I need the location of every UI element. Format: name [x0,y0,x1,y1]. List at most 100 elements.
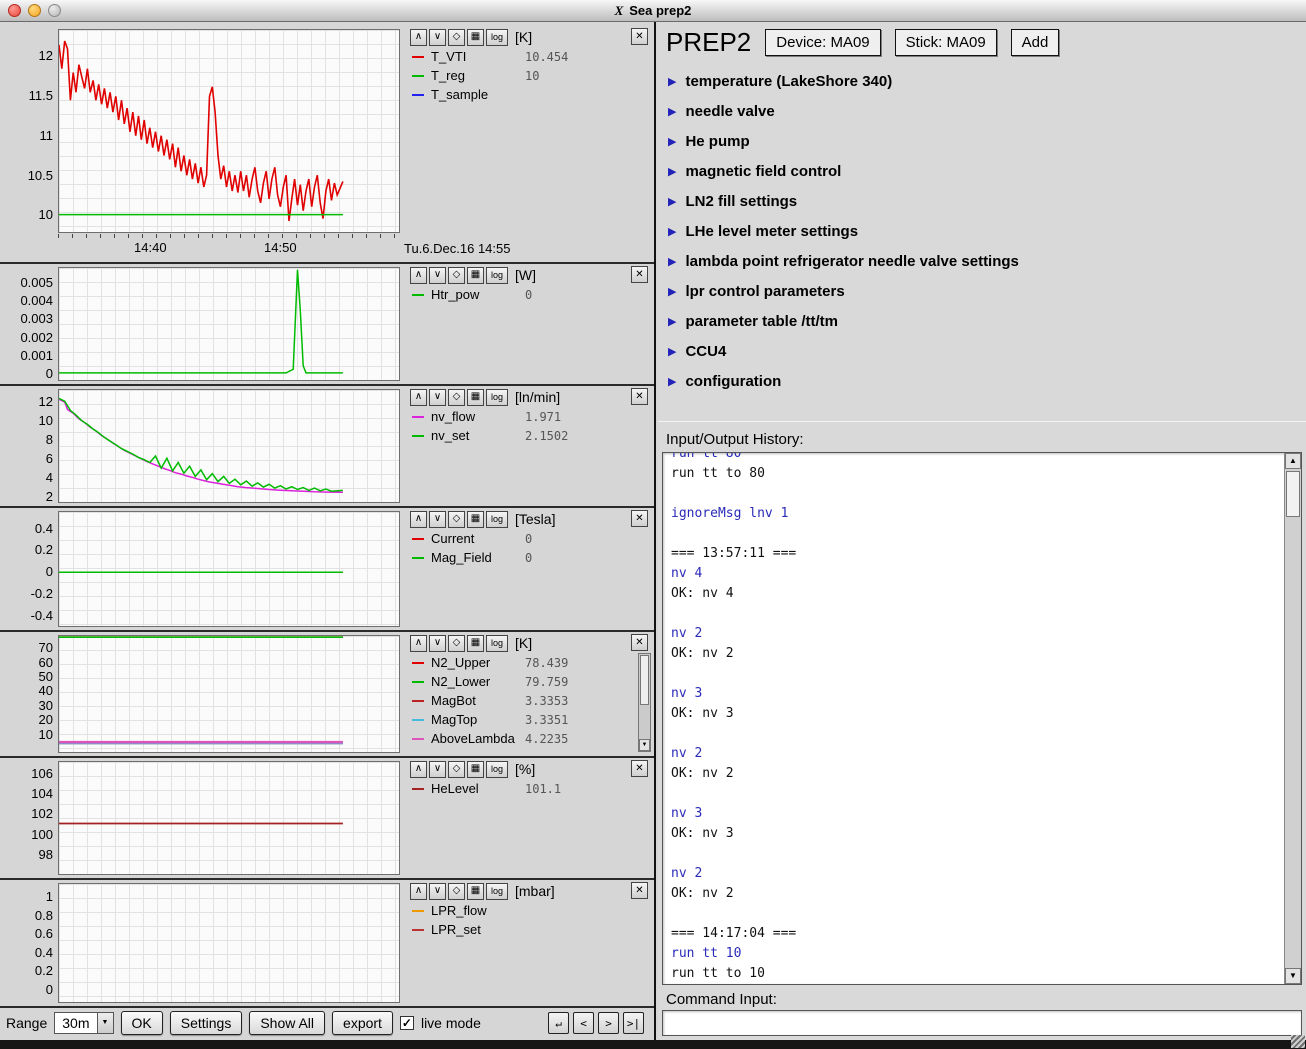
chart-move-up-button[interactable]: ∧ [410,635,427,652]
chart-row: 10.80.60.40.20 ∧ ∨ ◇ ▦ log [mbar] ✕ LPR_… [0,880,654,1008]
tree-item[interactable]: ▶LHe level meter settings [668,216,1019,246]
chart-move-up-button[interactable]: ∧ [410,761,427,778]
tree-expand-icon[interactable]: ▶ [668,165,676,178]
tree-expand-icon[interactable]: ▶ [668,195,676,208]
tree-expand-icon[interactable]: ▶ [668,345,676,358]
chart-move-down-button[interactable]: ∨ [429,389,446,406]
chart-move-down-button[interactable]: ∨ [429,29,446,46]
tree-expand-icon[interactable]: ▶ [668,315,676,328]
chart-move-down-button[interactable]: ∨ [429,635,446,652]
chart-window-button[interactable]: ▦ [467,511,484,528]
chart-plot[interactable] [58,511,400,627]
chart-move-up-button[interactable]: ∧ [410,511,427,528]
chart-close-button[interactable]: ✕ [631,266,648,283]
chart-close-button[interactable]: ✕ [631,388,648,405]
tree-item[interactable]: ▶CCU4 [668,336,1019,366]
legend-scrollbar-thumb[interactable] [640,655,649,705]
chart-plot[interactable] [58,883,400,1003]
history-scrollbar[interactable]: ▲ ▼ [1284,453,1301,984]
tree-expand-icon[interactable]: ▶ [668,105,676,118]
chart-log-button[interactable]: log [486,761,508,778]
device-button[interactable]: Device: MA09 [765,29,880,56]
chart-move-up-button[interactable]: ∧ [410,267,427,284]
chart-log-button[interactable]: log [486,883,508,900]
add-button[interactable]: Add [1011,29,1060,56]
chart-close-button[interactable]: ✕ [631,510,648,527]
tree-item[interactable]: ▶needle valve [668,96,1019,126]
chart-log-button[interactable]: log [486,389,508,406]
nav-return-button[interactable]: ↵ [548,1012,569,1034]
nav-prev-button[interactable]: < [573,1012,594,1034]
chart-window-button[interactable]: ▦ [467,635,484,652]
chart-scale-button[interactable]: ◇ [448,511,465,528]
export-button[interactable]: export [332,1011,393,1035]
chart-close-button[interactable]: ✕ [631,634,648,651]
tree-item[interactable]: ▶He pump [668,126,1019,156]
chart-scale-button[interactable]: ◇ [448,267,465,284]
chart-plot[interactable] [58,267,400,381]
chart-scale-button[interactable]: ◇ [448,635,465,652]
dropdown-arrow-icon[interactable]: ▼ [97,1013,113,1033]
chart-scale-button[interactable]: ◇ [448,761,465,778]
resize-grip[interactable] [1291,1035,1305,1048]
ok-button[interactable]: OK [121,1011,163,1035]
legend-entry: HeLevel101.1 [412,779,634,798]
tree-item[interactable]: ▶configuration [668,366,1019,396]
chart-scale-button[interactable]: ◇ [448,389,465,406]
chart-close-button[interactable]: ✕ [631,760,648,777]
chart-close-button[interactable]: ✕ [631,28,648,45]
chart-plot[interactable] [58,635,400,753]
tree-item[interactable]: ▶parameter table /tt/tm [668,306,1019,336]
chart-move-down-button[interactable]: ∨ [429,761,446,778]
command-input[interactable] [662,1010,1302,1036]
chart-log-button[interactable]: log [486,635,508,652]
chart-move-up-button[interactable]: ∧ [410,883,427,900]
nav-end-button[interactable]: >| [623,1012,644,1034]
scroll-down-icon[interactable]: ▼ [1285,968,1301,984]
legend-scrollbar[interactable]: ▼ [638,653,651,752]
chart-move-up-button[interactable]: ∧ [410,389,427,406]
tree-item[interactable]: ▶temperature (LakeShore 340) [668,66,1019,96]
tree-expand-icon[interactable]: ▶ [668,75,676,88]
tree-item[interactable]: ▶magnetic field control [668,156,1019,186]
chart-plot[interactable] [58,29,400,233]
tree-item[interactable]: ▶lpr control parameters [668,276,1019,306]
tree-expand-icon[interactable]: ▶ [668,225,676,238]
chart-move-down-button[interactable]: ∨ [429,883,446,900]
tree-expand-icon[interactable]: ▶ [668,255,676,268]
chart-close-button[interactable]: ✕ [631,882,648,899]
chart-move-down-button[interactable]: ∨ [429,267,446,284]
stick-button[interactable]: Stick: MA09 [895,29,997,56]
chart-window-button[interactable]: ▦ [467,761,484,778]
tree-item[interactable]: ▶LN2 fill settings [668,186,1019,216]
chart-scale-button[interactable]: ◇ [448,883,465,900]
tree-item[interactable]: ▶lambda point refrigerator needle valve … [668,246,1019,276]
chart-y-axis: 70605040302010 [0,632,56,756]
chart-move-down-button[interactable]: ∨ [429,511,446,528]
chart-log-button[interactable]: log [486,267,508,284]
range-dropdown[interactable]: 30m ▼ [54,1012,113,1034]
history-box[interactable]: run tt 80run tt to 80 ignoreMsg lnv 1 ==… [662,452,1302,985]
chart-plot[interactable] [58,761,400,875]
scrollbar-thumb[interactable] [1286,471,1300,517]
tree-expand-icon[interactable]: ▶ [668,375,676,388]
chart-window-button[interactable]: ▦ [467,389,484,406]
live-mode-checkbox[interactable]: ✓ [400,1016,414,1030]
tree-expand-icon[interactable]: ▶ [668,135,676,148]
chart-window-button[interactable]: ▦ [467,883,484,900]
nav-next-button[interactable]: > [598,1012,619,1034]
chart-move-up-button[interactable]: ∧ [410,29,427,46]
legend-scroll-down-icon[interactable]: ▼ [639,739,650,751]
legend-entry: MagTop3.3351 [412,710,634,729]
show-all-button[interactable]: Show All [249,1011,325,1035]
chart-plot[interactable] [58,389,400,503]
chart-scale-button[interactable]: ◇ [448,29,465,46]
scroll-up-icon[interactable]: ▲ [1285,453,1301,469]
chart-log-button[interactable]: log [486,29,508,46]
chart-log-button[interactable]: log [486,511,508,528]
y-tick-label: 60 [39,655,53,670]
chart-window-button[interactable]: ▦ [467,267,484,284]
chart-window-button[interactable]: ▦ [467,29,484,46]
settings-button[interactable]: Settings [170,1011,243,1035]
tree-expand-icon[interactable]: ▶ [668,285,676,298]
